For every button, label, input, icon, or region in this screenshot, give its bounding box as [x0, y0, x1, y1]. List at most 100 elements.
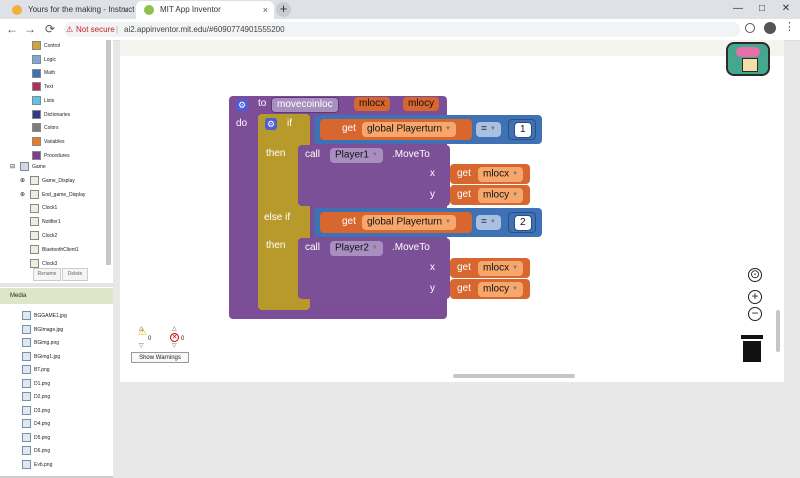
- zoom-icon[interactable]: [745, 23, 755, 33]
- tab-instructables[interactable]: Yours for the making - Instructab ×: [4, 1, 134, 19]
- media-file-item[interactable]: D6.png: [22, 445, 50, 457]
- delete-button[interactable]: Delete: [62, 268, 88, 281]
- drawer-label: Text: [44, 84, 54, 91]
- keyword-do: do: [236, 118, 248, 129]
- media-file-item[interactable]: D2.png: [22, 391, 50, 403]
- var-dropdown-mlocx-2[interactable]: mlocx ▼: [478, 261, 524, 276]
- media-file-item[interactable]: D3.png: [22, 405, 50, 417]
- equals-operator-dropdown[interactable]: = ▼: [476, 122, 501, 137]
- media-file-item[interactable]: D5.png: [22, 432, 50, 444]
- number-value-2[interactable]: 2: [514, 215, 532, 231]
- warning-nav-up-icon[interactable]: △: [139, 325, 144, 332]
- component-label: End_game_Display: [42, 191, 86, 198]
- image-file-icon: [22, 392, 31, 402]
- media-file-item[interactable]: BGimg.png: [22, 337, 59, 349]
- keyword-then-2: then: [266, 240, 286, 251]
- builtin-drawer-math[interactable]: Math: [32, 67, 55, 79]
- builtin-drawer-lists[interactable]: Lists: [32, 95, 54, 107]
- forward-button[interactable]: →: [22, 20, 38, 38]
- security-status: Not secure: [76, 25, 115, 34]
- get-keyword: get: [457, 262, 471, 273]
- media-file-name: BGimg.png: [34, 340, 60, 346]
- media-file-item[interactable]: BGimg1.jpg: [22, 351, 60, 363]
- show-warnings-button[interactable]: Show Warnings: [131, 352, 189, 363]
- component-item[interactable]: Notifier1: [20, 216, 61, 228]
- builtin-drawer-colors[interactable]: Colors: [32, 122, 58, 134]
- workspace-vertical-scrollbar[interactable]: [776, 310, 780, 352]
- menu-kebab-icon[interactable]: ⋮: [784, 20, 795, 33]
- url-field[interactable]: ⚠ Not secure | ai2.appinventor.mit.edu/#…: [64, 22, 740, 37]
- minimize-button[interactable]: —: [726, 0, 750, 19]
- close-window-button[interactable]: ✕: [774, 0, 798, 19]
- image-file-icon: [22, 432, 31, 442]
- zoom-in-button[interactable]: +: [748, 290, 762, 304]
- component-item[interactable]: BluetoothClient1: [20, 244, 79, 256]
- global-var-dropdown[interactable]: global Playerturn ▼: [362, 122, 456, 137]
- global-var-dropdown-2[interactable]: global Playerturn ▼: [362, 215, 456, 230]
- builtin-drawer-control[interactable]: Control: [32, 40, 60, 52]
- component-label: Game_Display: [42, 177, 75, 184]
- media-file-item[interactable]: BGImage.jpg: [22, 324, 63, 336]
- param-mlocx[interactable]: mlocx: [354, 97, 391, 111]
- back-button[interactable]: ←: [4, 20, 20, 38]
- tab-app-inventor[interactable]: MIT App Inventor ×: [136, 1, 274, 19]
- builtin-drawer-procedures[interactable]: Procedures: [32, 150, 70, 162]
- media-file-name: D2.png: [34, 394, 51, 400]
- media-file-item[interactable]: D4.png: [22, 418, 50, 430]
- number-value-1[interactable]: 1: [514, 122, 532, 138]
- media-file-item[interactable]: BGGAME1.jpg: [22, 310, 67, 322]
- keyword-if: if: [287, 118, 292, 129]
- component-icon: [20, 162, 29, 172]
- procedure-gear-icon[interactable]: ⚙: [236, 99, 248, 111]
- trash-icon[interactable]: [741, 335, 763, 362]
- backpack-icon[interactable]: [726, 42, 770, 76]
- equals-operator-dropdown-2[interactable]: = ▼: [476, 215, 501, 230]
- reload-button[interactable]: ⟳: [42, 20, 58, 38]
- error-nav-up-icon[interactable]: △: [172, 325, 177, 332]
- error-nav-down-icon[interactable]: ▽: [172, 342, 177, 349]
- expand-icon[interactable]: ⊕: [20, 175, 30, 187]
- call-keyword: call: [305, 242, 321, 253]
- component-dropdown-1[interactable]: Player1 ▼: [330, 148, 383, 163]
- arg-x-label: x: [430, 262, 435, 273]
- component-item[interactable]: ⊟ Game: [10, 161, 46, 173]
- zoom-out-button[interactable]: −: [748, 307, 762, 321]
- call-keyword: call: [305, 149, 321, 160]
- builtin-drawer-variables[interactable]: Variables: [32, 136, 64, 148]
- procedure-name-field[interactable]: movecoinloc: [271, 97, 339, 113]
- workspace-horizontal-scrollbar[interactable]: [453, 374, 575, 378]
- var-dropdown-mlocy-2[interactable]: mlocy ▼: [478, 282, 524, 297]
- var-dropdown-mlocx[interactable]: mlocx ▼: [478, 167, 524, 182]
- expand-icon[interactable]: ⊟: [10, 161, 20, 173]
- component-item[interactable]: Clock1: [20, 202, 57, 214]
- builtin-drawer-dictionaries[interactable]: Dictionaries: [32, 109, 70, 121]
- if-gear-icon[interactable]: ⚙: [265, 118, 277, 130]
- blocks-scrollbar[interactable]: [106, 40, 111, 265]
- center-workspace-button[interactable]: ⊙: [748, 268, 762, 282]
- tab-close-icon[interactable]: ×: [123, 1, 128, 19]
- operator: =: [481, 123, 487, 135]
- maximize-button[interactable]: □: [750, 0, 774, 19]
- media-file-item[interactable]: D1.png: [22, 378, 50, 390]
- var-dropdown-mlocy[interactable]: mlocy ▼: [478, 188, 524, 203]
- keyword-else-if: else if: [264, 212, 291, 223]
- builtin-drawer-text[interactable]: Text: [32, 81, 53, 93]
- drawer-color-icon: [32, 137, 41, 147]
- global-var-name: global Playerturn: [367, 123, 443, 135]
- media-file-name: D4.png: [34, 421, 51, 427]
- component-item[interactable]: ⊕ End_game_Display: [20, 189, 85, 201]
- media-file-item[interactable]: Evb.png: [22, 459, 52, 471]
- param-mlocy[interactable]: mlocy: [403, 97, 440, 111]
- component-item[interactable]: ⊕ Game_Display: [20, 175, 75, 187]
- new-tab-button[interactable]: +: [276, 2, 291, 17]
- tab-close-icon[interactable]: ×: [263, 1, 268, 19]
- builtin-drawer-logic[interactable]: Logic: [32, 54, 56, 66]
- warning-nav-down-icon[interactable]: ▽: [139, 342, 144, 349]
- component-dropdown-2[interactable]: Player2 ▼: [330, 241, 383, 256]
- component-item[interactable]: Clock2: [20, 230, 57, 242]
- rename-button[interactable]: Rename: [33, 268, 61, 281]
- media-file-item[interactable]: BT.png: [22, 364, 50, 376]
- expand-icon[interactable]: ⊕: [20, 189, 30, 201]
- component-label: Notifier1: [42, 219, 61, 226]
- profile-avatar[interactable]: [764, 22, 776, 34]
